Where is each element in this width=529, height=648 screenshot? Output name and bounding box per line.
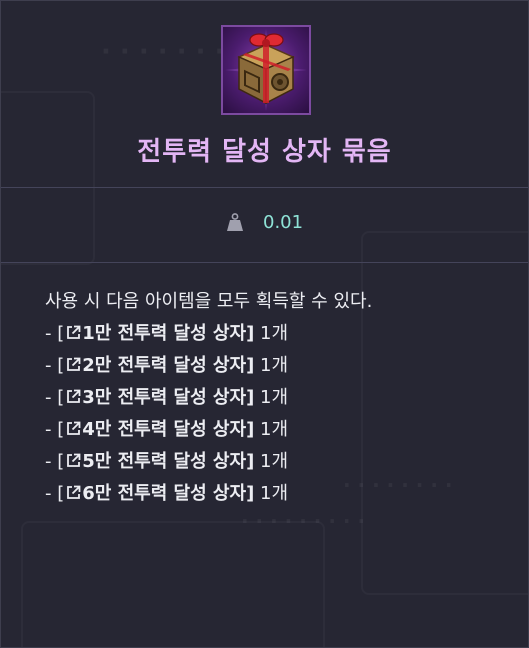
contents-list: - [1만 전투력 달성 상자] 1개 - [2만 전투력 달성 상자] 1개 - … (45, 321, 505, 513)
item-link-label: 4만 전투력 달성 상자 (82, 419, 247, 440)
treasure-box-icon (221, 25, 311, 115)
external-link-icon (64, 355, 82, 376)
item-link-label: 1만 전투력 달성 상자 (82, 323, 247, 344)
item-tooltip: · · · · · · · · · · · · · · · · · · · · … (0, 0, 529, 648)
list-item: - [1만 전투력 달성 상자] 1개 (45, 321, 505, 353)
description-intro: 사용 시 다음 아이템을 모두 획득할 수 있다. (45, 291, 373, 312)
entry-prefix: - [ (45, 355, 65, 376)
list-item: - [3만 전투력 달성 상자] 1개 (45, 385, 505, 417)
item-link-label: 2만 전투력 달성 상자 (82, 355, 247, 376)
external-link-icon (64, 419, 82, 440)
entry-prefix: - [ (45, 387, 65, 408)
item-quantity: 1개 (254, 355, 289, 376)
external-link-icon (64, 387, 82, 408)
item-link[interactable]: 2만 전투력 달성 상자] (64, 355, 254, 376)
entry-prefix: - [ (45, 419, 65, 440)
item-name: 전투력 달성 상자 묶음 (137, 137, 392, 167)
external-link-icon (64, 323, 82, 344)
item-quantity: 1개 (254, 483, 289, 504)
item-quantity: 1개 (254, 387, 289, 408)
entry-prefix: - [ (45, 323, 65, 344)
tooltip-header: 전투력 달성 상자 묶음 (1, 1, 528, 188)
item-quantity: 1개 (254, 419, 289, 440)
list-item: - [2만 전투력 달성 상자] 1개 (45, 353, 505, 385)
item-description: 사용 시 다음 아이템을 모두 획득할 수 있다. - [1만 전투력 달성 상… (45, 289, 505, 513)
external-link-icon (64, 483, 82, 504)
item-link[interactable]: 5만 전투력 달성 상자] (64, 451, 254, 472)
list-item: - [6만 전투력 달성 상자] 1개 (45, 481, 505, 513)
item-link-label: 6만 전투력 달성 상자 (82, 483, 247, 504)
weight-value: 0.01 (263, 212, 304, 233)
weight-icon (227, 213, 243, 231)
item-link-label: 3만 전투력 달성 상자 (82, 387, 247, 408)
item-link[interactable]: 4만 전투력 달성 상자] (64, 419, 254, 440)
list-item: - [4만 전투력 달성 상자] 1개 (45, 417, 505, 449)
item-quantity: 1개 (254, 323, 289, 344)
entry-prefix: - [ (45, 451, 65, 472)
item-link[interactable]: 6만 전투력 달성 상자] (64, 483, 254, 504)
external-link-icon (64, 451, 82, 472)
item-quantity: 1개 (254, 451, 289, 472)
entry-prefix: - [ (45, 483, 65, 504)
item-link-label: 5만 전투력 달성 상자 (82, 451, 247, 472)
list-item: - [5만 전투력 달성 상자] 1개 (45, 449, 505, 481)
item-link[interactable]: 3만 전투력 달성 상자] (64, 387, 254, 408)
item-link[interactable]: 1만 전투력 달성 상자] (64, 323, 254, 344)
weight-row: 0.01 (1, 188, 528, 263)
